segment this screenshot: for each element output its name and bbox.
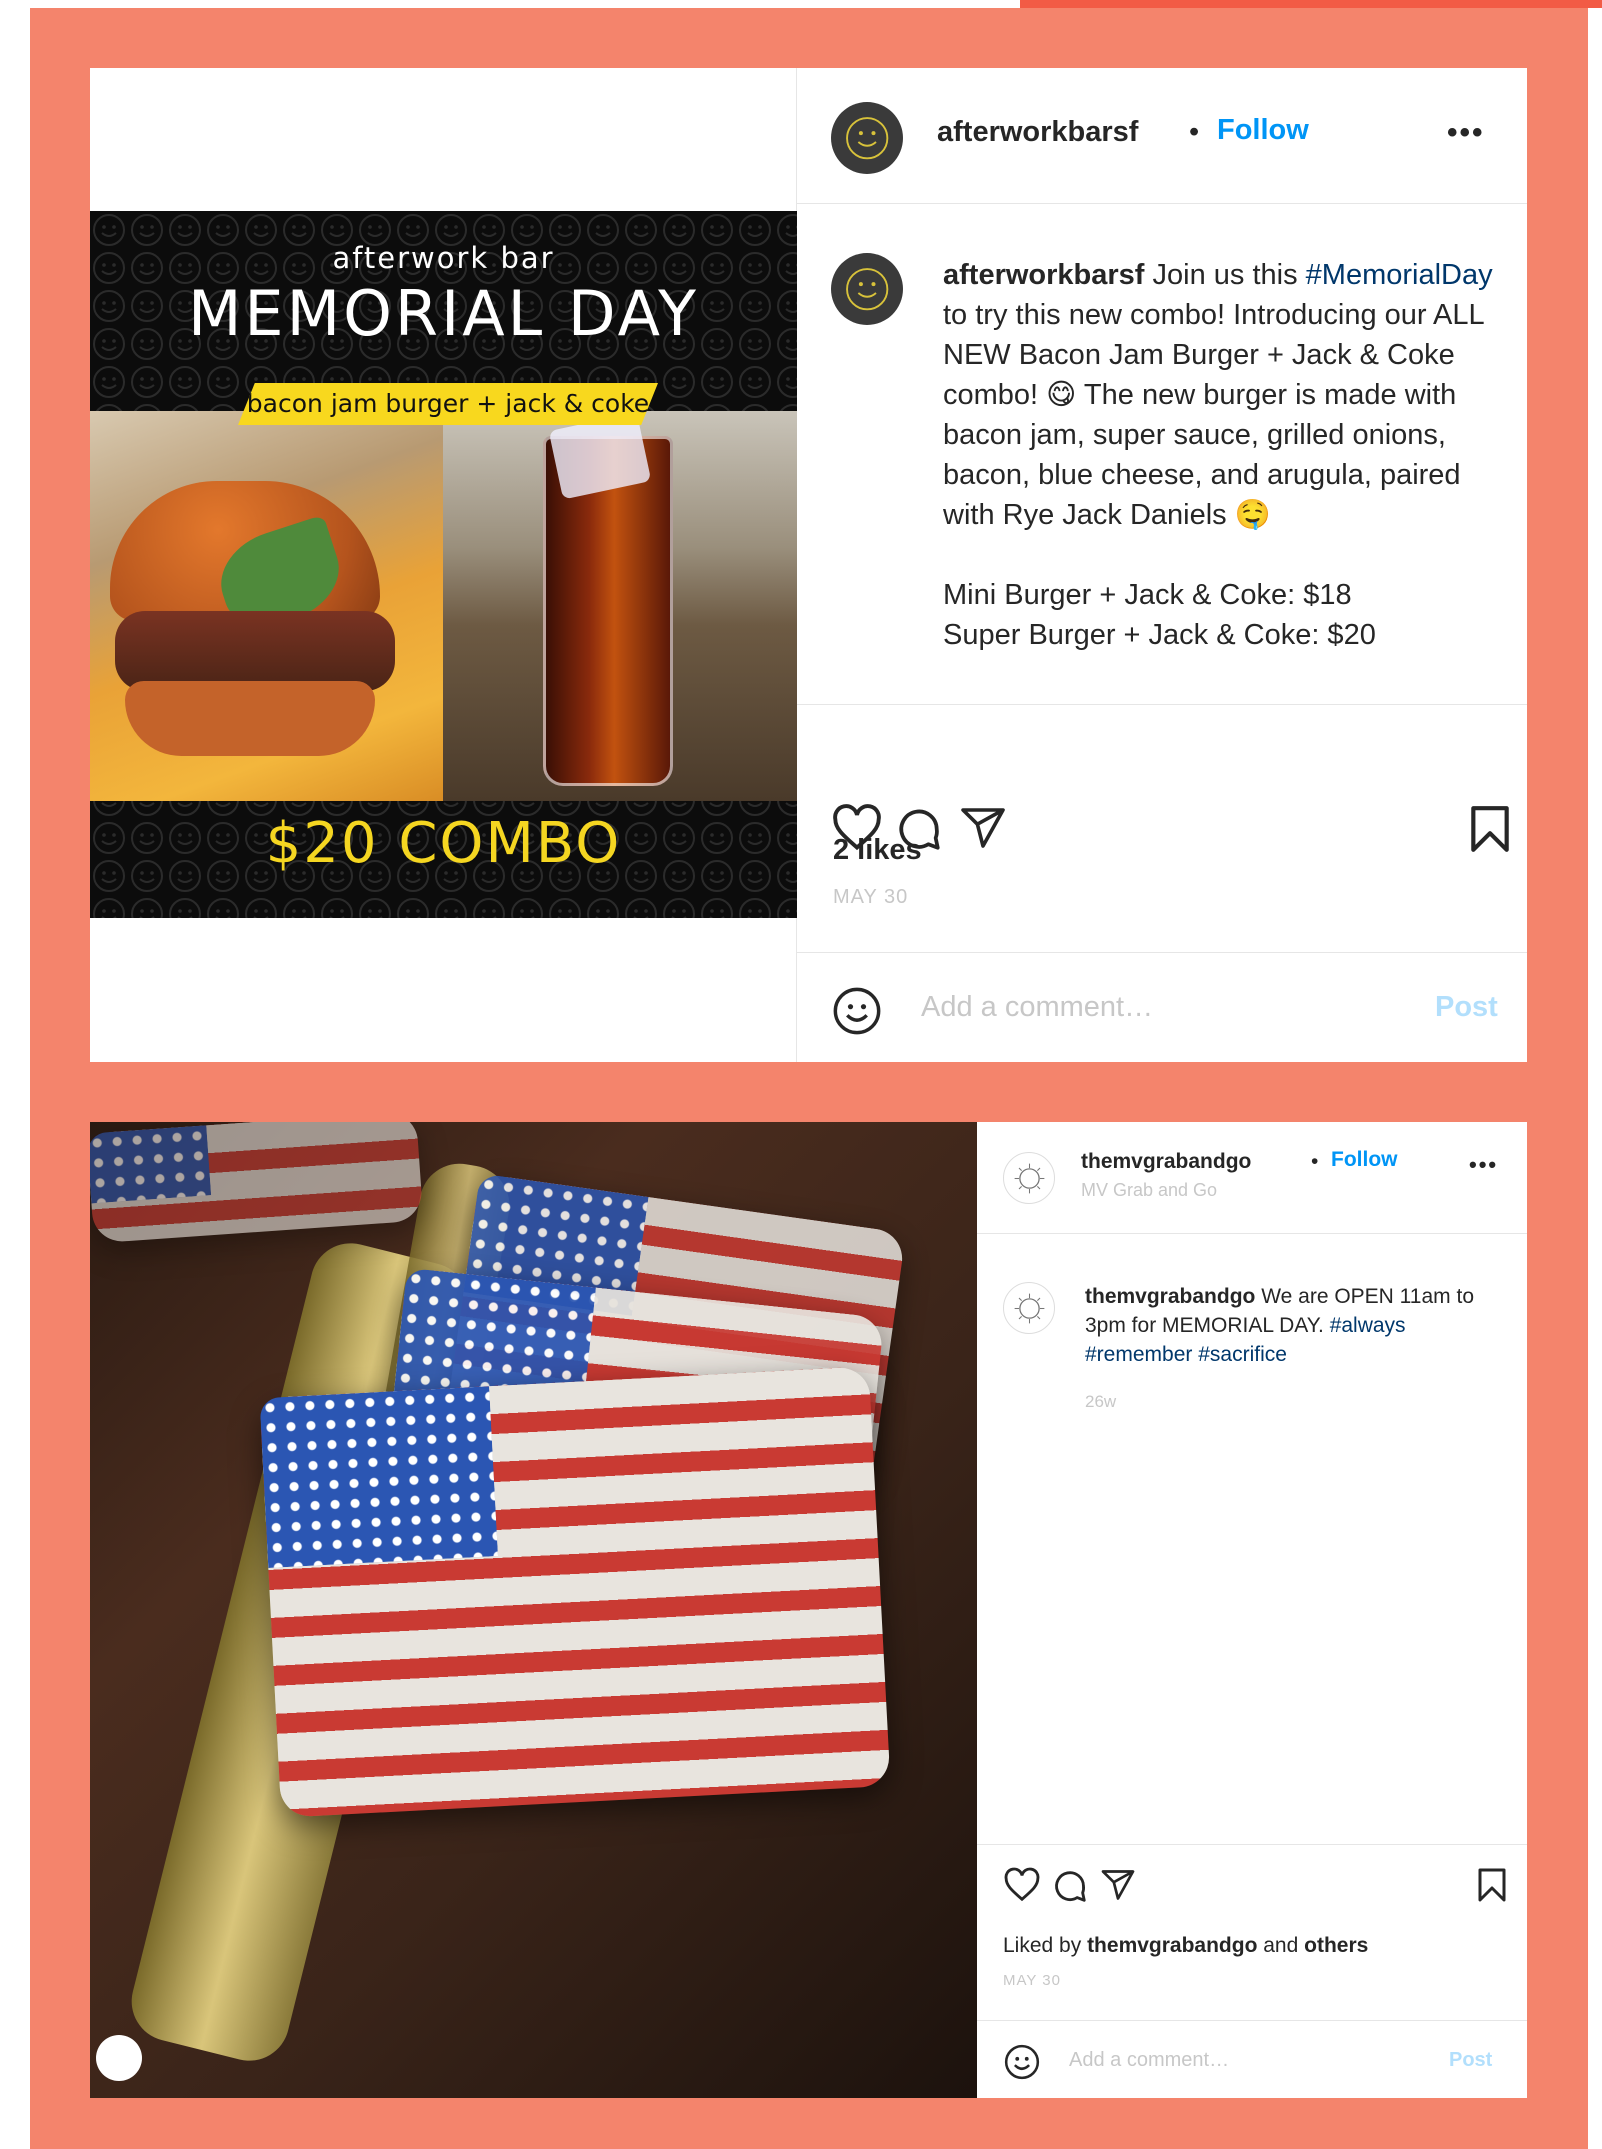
post-comment-button[interactable]: Post [1435,991,1498,1024]
price-line: Mini Burger + Jack & Coke: $18 [943,579,1352,611]
mv-logo-icon [1014,1293,1044,1323]
emoji-icon[interactable] [1003,2043,1041,2081]
more-options-icon[interactable]: ••• [1447,116,1485,150]
share-icon[interactable] [957,804,1009,852]
avatar[interactable] [1003,1152,1055,1204]
post-sidebar: themvgrabandgo • Follow MV Grab and Go •… [977,1122,1527,2098]
promo-ribbon: bacon jam burger + jack & coke [238,383,658,425]
page-edge [1588,8,1602,2149]
caption-text: Join us this [1144,259,1306,291]
time-ago: 26w [1085,1392,1117,1411]
account-subtitle: MV Grab and Go [1081,1180,1218,1200]
caption-username[interactable]: themvgrabandgo [1085,1285,1255,1308]
hashtag-link[interactable]: #sacrifice [1198,1343,1287,1366]
instagram-post-afterworkbarsf: afterwork bar MEMORIAL DAY bacon jam bur… [90,68,1527,1062]
liked-by: Liked by themvgrabandgo and others [1003,1934,1368,1958]
liked-by-others[interactable]: others [1304,1934,1368,1957]
heart-icon[interactable] [1003,1867,1041,1903]
avatar[interactable] [831,102,903,174]
liked-by-prefix: Liked by [1003,1934,1088,1957]
more-options-icon[interactable]: ••• [1469,1152,1498,1178]
price-line: Super Burger + Jack & Coke: $20 [943,619,1376,651]
caption-username[interactable]: afterworkbarsf [943,259,1144,291]
action-bar [797,706,1527,852]
page-background: afterwork bar MEMORIAL DAY bacon jam bur… [30,8,1588,2149]
post-media: afterwork bar MEMORIAL DAY bacon jam bur… [90,68,797,1062]
post-caption: afterworkbarsf Join us this #MemorialDay… [943,255,1503,655]
smiley-logo-icon [845,116,889,160]
caption-area: afterworkbarsf Join us this #MemorialDay… [797,205,1527,705]
separator-dot: • [1311,1150,1319,1173]
avatar[interactable] [831,253,903,325]
mv-logo-icon [1014,1163,1044,1193]
liked-by-user[interactable]: themvgrabandgo [1087,1934,1257,1957]
drink-photo [443,411,797,801]
smiley-logo-icon [845,267,889,311]
emoji-icon[interactable] [831,985,883,1037]
bookmark-icon[interactable] [1477,1867,1507,1903]
hashtag-link[interactable]: #remember [1085,1343,1192,1366]
follow-button[interactable]: Follow [1217,114,1309,147]
post-caption: themvgrabandgo We are OPEN 11am to 3pm f… [1085,1282,1505,1369]
hashtag-link[interactable]: #MemorialDay [1306,259,1493,291]
comment-icon[interactable] [1051,1867,1089,1905]
post-date: MAY 30 [1003,1972,1061,1989]
follow-button[interactable]: Follow [1331,1148,1398,1172]
post-header: afterworkbarsf • Follow ••• [797,68,1527,204]
separator-dot: • [1189,116,1200,148]
liked-by-and: and [1257,1934,1305,1957]
burger-photo [90,411,443,801]
username[interactable]: afterworkbarsf [937,116,1138,149]
comment-input[interactable]: Add a comment… [1069,2049,1229,2072]
share-icon[interactable] [1099,1867,1137,1903]
promo-heading: afterwork bar MEMORIAL DAY [90,241,797,350]
like-count[interactable]: 2 likes [833,834,922,867]
caption-text: to try this new combo! Introducing our A… [943,299,1484,531]
comment-box: Add a comment… Post [977,2020,1527,2098]
promo-image[interactable]: afterwork bar MEMORIAL DAY bacon jam bur… [90,211,797,918]
action-bar [977,1844,1527,1914]
promo-brand: afterwork bar [332,241,555,275]
avatar[interactable] [1003,1282,1055,1334]
top-accent-bar [1020,0,1602,8]
post-header: themvgrabandgo • Follow MV Grab and Go •… [977,1122,1527,1234]
username[interactable]: themvgrabandgo [1081,1150,1251,1174]
post-date: MAY 30 [833,886,909,908]
media-indicator-dot[interactable] [96,2035,142,2081]
post-sidebar: afterworkbarsf • Follow ••• afterworkbar… [797,68,1527,1062]
flag-cookies-photo[interactable] [90,1122,977,2098]
hashtag-link[interactable]: #always [1330,1314,1406,1337]
comment-box: Add a comment… Post [797,952,1527,1062]
promo-headline: MEMORIAL DAY [187,277,700,350]
promo-combo-price: $20 COMBO [265,811,622,876]
instagram-post-themvgrabandgo: themvgrabandgo • Follow MV Grab and Go •… [90,1122,1527,2098]
bookmark-icon[interactable] [1469,804,1511,854]
comment-input[interactable]: Add a comment… [921,991,1153,1024]
post-comment-button[interactable]: Post [1449,2049,1492,2072]
